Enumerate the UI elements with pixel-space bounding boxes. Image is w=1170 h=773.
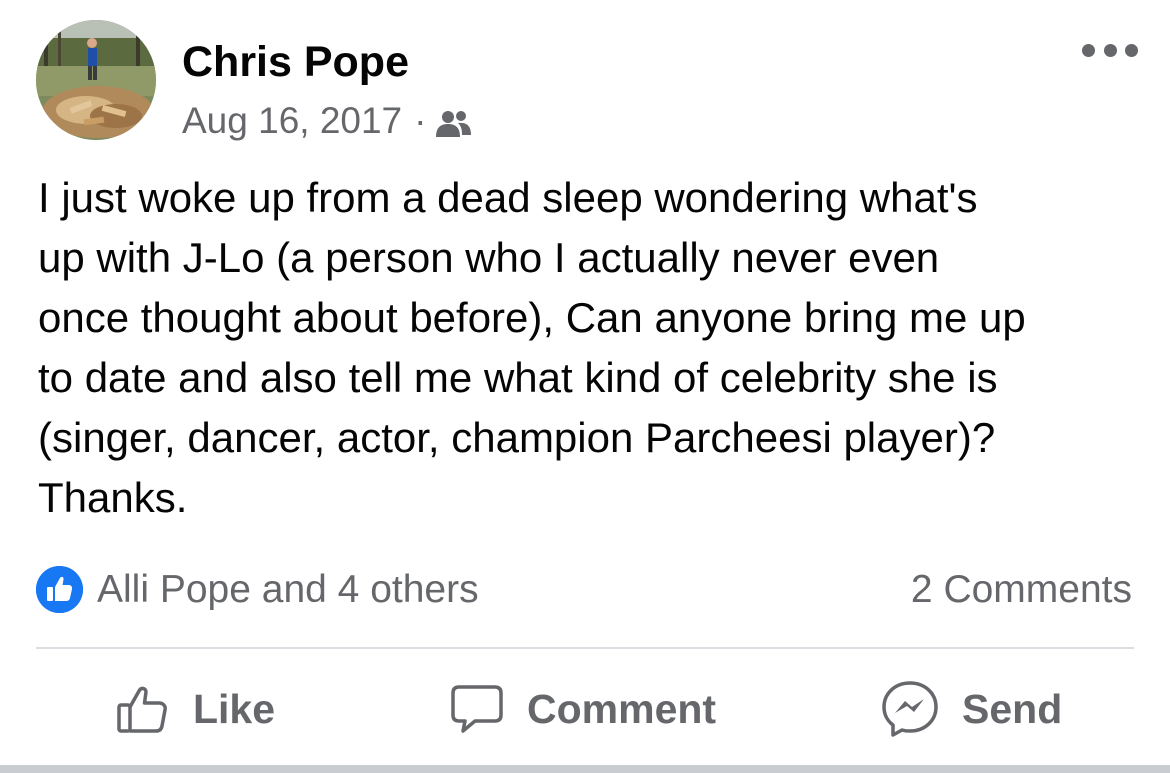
post-text-line: once thought about before), Can anyone b… — [38, 294, 1026, 341]
post-text-line: up with J-Lo (a person who I actually ne… — [38, 234, 940, 281]
author-name[interactable]: Chris Pope — [182, 38, 409, 87]
reactions-text: Alli Pope and 4 others — [97, 567, 479, 611]
feed-separator — [0, 765, 1170, 773]
post-meta: Aug 16, 2017 · — [182, 100, 472, 142]
send-button[interactable]: Send — [880, 676, 1062, 742]
speech-bubble-icon — [451, 685, 503, 733]
comment-button[interactable]: Comment — [449, 676, 716, 742]
avatar-photo — [36, 20, 156, 140]
thumbs-up-icon — [117, 686, 167, 733]
friends-icon — [436, 106, 472, 137]
post-card: Chris Pope Aug 16, 2017 · I just woke up… — [0, 0, 1170, 765]
like-reaction-icon — [36, 566, 83, 613]
messenger-icon — [882, 681, 938, 737]
comment-label: Comment — [527, 685, 717, 732]
more-dot — [1082, 43, 1095, 57]
like-label: Like — [193, 685, 276, 732]
post-text-line: I just woke up from a dead sleep wonderi… — [38, 174, 978, 221]
more-options-icon[interactable] — [1082, 38, 1138, 62]
post-text-line: to date and also tell me what kind of ce… — [38, 354, 998, 401]
like-button[interactable]: Like — [115, 676, 275, 742]
more-dot — [1103, 43, 1117, 57]
meta-separator: · — [414, 100, 427, 141]
divider — [36, 647, 1134, 649]
post-text-line: Thanks. — [38, 474, 188, 521]
post-text-line: (singer, dancer, actor, champion Parchee… — [38, 414, 996, 461]
comments-count[interactable]: 2 Comments — [911, 566, 1132, 613]
send-label: Send — [962, 685, 1063, 732]
post-date[interactable]: Aug 16, 2017 — [182, 100, 402, 142]
reactions-summary[interactable]: Alli Pope and 4 others — [36, 566, 479, 613]
more-dot — [1125, 43, 1138, 57]
post-text: I just woke up from a dead sleep wonderi… — [38, 168, 1148, 528]
avatar[interactable] — [36, 20, 156, 140]
